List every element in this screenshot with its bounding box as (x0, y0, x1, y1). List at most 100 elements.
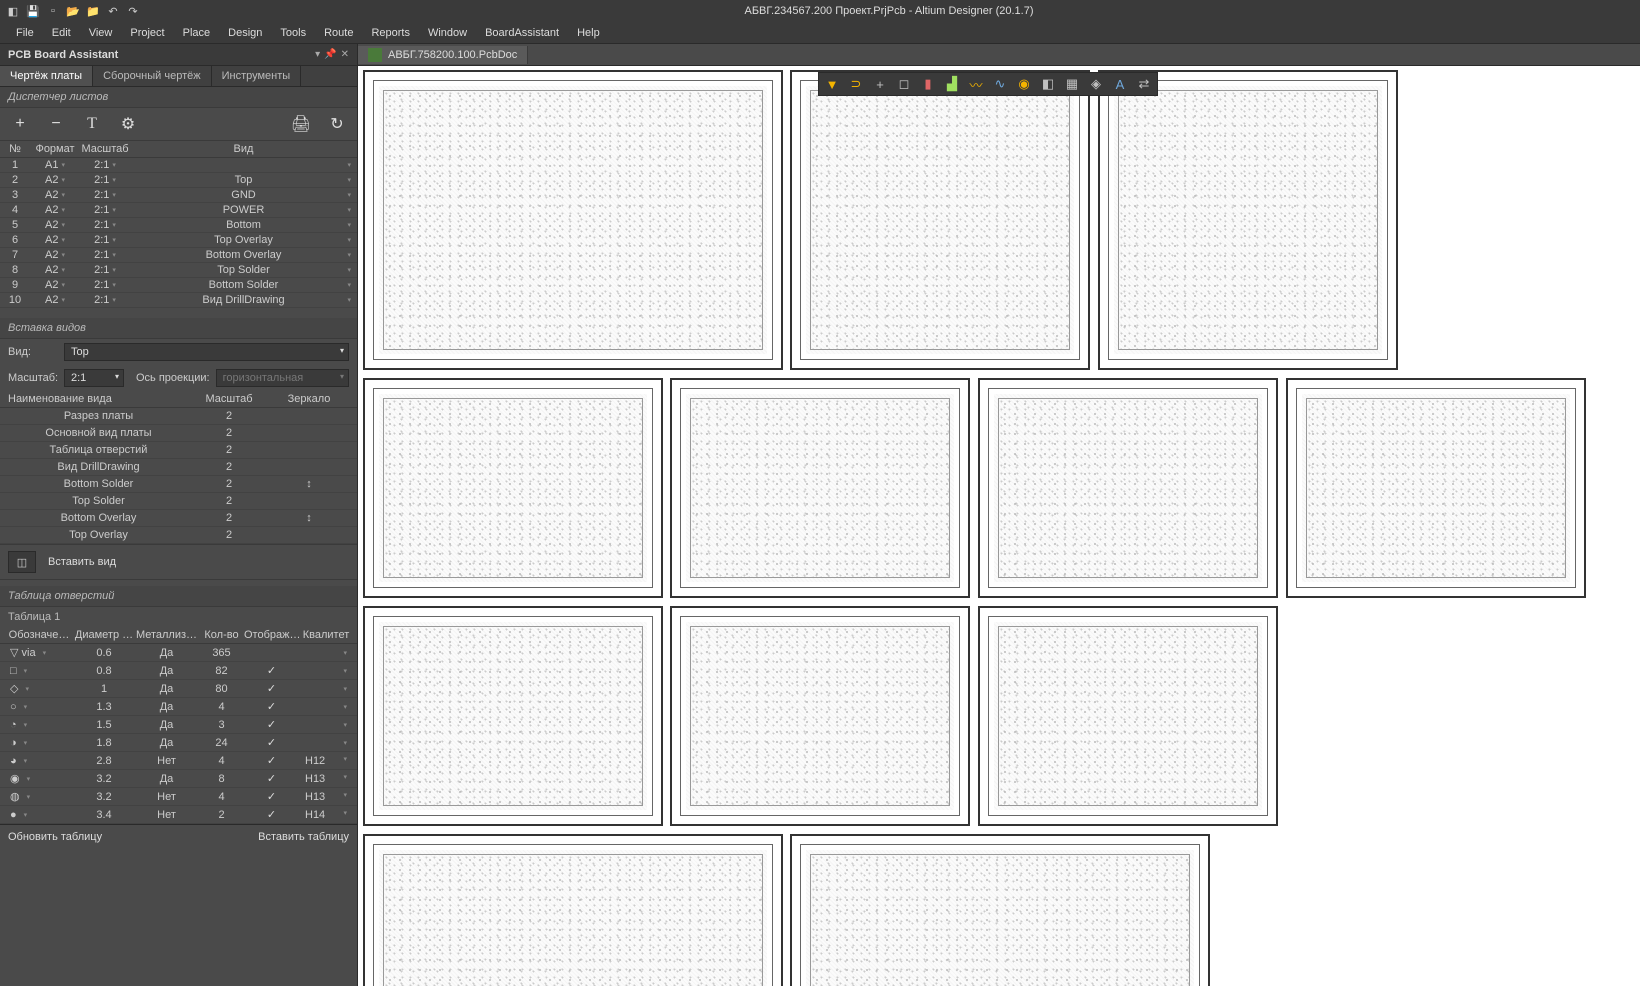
hole-disp[interactable]: ✓ (244, 664, 299, 677)
insert-view-button[interactable]: Вставить вид (48, 556, 116, 568)
cell-format-dropdown[interactable]: A1▾ (30, 159, 80, 171)
sheet-row[interactable]: 6A2▾2:1▾Top Overlay▾ (0, 233, 357, 248)
menu-place[interactable]: Place (175, 25, 219, 41)
drawing-sheet-thumb[interactable] (363, 834, 783, 986)
polyline-icon[interactable]: 〰 (967, 75, 985, 93)
cell-format-dropdown[interactable]: A2▾ (30, 189, 80, 201)
plus-icon[interactable]: + (8, 112, 32, 136)
insert-view-icon[interactable]: ◫ (8, 551, 36, 573)
panel-close-icon[interactable]: ✕ (341, 49, 349, 60)
sheet-row[interactable]: 3A2▾2:1▾GND▾ (0, 188, 357, 203)
checkpoint-icon[interactable]: ◉ (1015, 75, 1033, 93)
sheet-row[interactable]: 9A2▾2:1▾Bottom Solder▾ (0, 278, 357, 293)
view-row[interactable]: Разрез платы2 (0, 408, 357, 425)
view-row[interactable]: Основной вид платы2 (0, 425, 357, 442)
callout-icon[interactable]: ◈ (1087, 75, 1105, 93)
cell-view-dropdown[interactable]: POWER▾ (130, 204, 357, 216)
menu-view[interactable]: View (81, 25, 121, 41)
hole-qual-dropdown[interactable]: ▾ (299, 649, 353, 657)
chart-icon[interactable]: ▮ (919, 75, 937, 93)
hole-qual-dropdown[interactable]: H12▾ (299, 755, 353, 767)
hole-row[interactable]: ◕▾2.8Нет4✓H12▾ (0, 752, 357, 770)
new-icon[interactable]: ▫ (44, 2, 62, 20)
cell-scale-dropdown[interactable]: 2:1▾ (80, 279, 130, 291)
text-A-icon[interactable]: A (1111, 75, 1129, 93)
redo-icon[interactable]: ↷ (124, 2, 142, 20)
drawing-sheet-thumb[interactable] (363, 70, 783, 370)
hole-symbol[interactable]: ◕▾ (4, 755, 74, 767)
hole-symbol[interactable]: ○▾ (4, 701, 74, 713)
hole-qual-dropdown[interactable]: ▾ (299, 685, 353, 693)
cell-format-dropdown[interactable]: A2▾ (30, 294, 80, 306)
hole-qual-dropdown[interactable]: ▾ (299, 667, 353, 675)
cell-view-dropdown[interactable]: Bottom▾ (130, 219, 357, 231)
cell-view-dropdown[interactable]: GND▾ (130, 189, 357, 201)
menu-project[interactable]: Project (122, 25, 172, 41)
cell-view-dropdown[interactable]: Top Overlay▾ (130, 234, 357, 246)
scale-dropdown[interactable]: 2:1 (64, 369, 124, 387)
drawing-sheet-thumb[interactable] (363, 378, 663, 598)
minus-icon[interactable]: − (44, 112, 68, 136)
cell-format-dropdown[interactable]: A2▾ (30, 264, 80, 276)
hole-qual-dropdown[interactable]: ▾ (299, 721, 353, 729)
proj-dropdown[interactable]: горизонтальная (216, 369, 349, 387)
hole-qual-dropdown[interactable]: H13▾ (299, 773, 353, 785)
document-tab[interactable]: АВБГ.758200.100.PcbDoc (358, 46, 528, 64)
menu-route[interactable]: Route (316, 25, 361, 41)
panel-tab-2[interactable]: Инструменты (212, 66, 302, 86)
menu-tools[interactable]: Tools (272, 25, 314, 41)
cell-view-dropdown[interactable]: Bottom Overlay▾ (130, 249, 357, 261)
sheet-row[interactable]: 8A2▾2:1▾Top Solder▾ (0, 263, 357, 278)
cell-scale-dropdown[interactable]: 2:1▾ (80, 159, 130, 171)
cell-scale-dropdown[interactable]: 2:1▾ (80, 204, 130, 216)
refresh-icon[interactable]: ↻ (325, 112, 349, 136)
arrows-icon[interactable]: ⇄ (1135, 75, 1153, 93)
menu-window[interactable]: Window (420, 25, 475, 41)
cell-scale-dropdown[interactable]: 2:1▾ (80, 264, 130, 276)
view-row[interactable]: Top Solder2 (0, 493, 357, 510)
cell-view-dropdown[interactable]: Вид DrillDrawing▾ (130, 294, 357, 306)
cell-scale-dropdown[interactable]: 2:1▾ (80, 174, 130, 186)
drawing-sheet-thumb[interactable] (670, 606, 970, 826)
menu-help[interactable]: Help (569, 25, 608, 41)
panel-pin-icon[interactable]: 📌 (324, 49, 336, 60)
hole-symbol[interactable]: ◇▾ (4, 682, 74, 695)
drawing-sheet-thumb[interactable] (790, 70, 1090, 370)
hole-row[interactable]: ◍▾3.2Нет4✓H13▾ (0, 788, 357, 806)
drawing-sheet-thumb[interactable] (978, 378, 1278, 598)
menu-file[interactable]: File (8, 25, 42, 41)
hole-disp[interactable]: ✓ (244, 700, 299, 713)
cell-scale-dropdown[interactable]: 2:1▾ (80, 189, 130, 201)
hole-disp[interactable]: ✓ (244, 808, 299, 821)
hole-row[interactable]: ◑▾1.8Да24✓▾ (0, 734, 357, 752)
undo-icon[interactable]: ↶ (104, 2, 122, 20)
cell-format-dropdown[interactable]: A2▾ (30, 234, 80, 246)
text-T-icon[interactable]: T (80, 112, 104, 136)
hole-symbol[interactable]: ●▾ (4, 809, 74, 821)
view-row[interactable]: Таблица отверстий2 (0, 442, 357, 459)
sheet-row[interactable]: 7A2▾2:1▾Bottom Overlay▾ (0, 248, 357, 263)
hole-symbol[interactable]: □▾ (4, 665, 74, 677)
hole-symbol[interactable]: ◉▾ (4, 772, 74, 785)
stairs-icon[interactable]: ▟ (943, 75, 961, 93)
cell-scale-dropdown[interactable]: 2:1▾ (80, 249, 130, 261)
menu-edit[interactable]: Edit (44, 25, 79, 41)
hole-qual-dropdown[interactable]: ▾ (299, 703, 353, 711)
view-row[interactable]: Вид DrillDrawing2 (0, 459, 357, 476)
drawing-sheet-thumb[interactable] (670, 378, 970, 598)
cell-view-dropdown[interactable]: Bottom Solder▾ (130, 279, 357, 291)
filter-icon[interactable]: ▼ (823, 75, 841, 93)
sheet-row[interactable]: 4A2▾2:1▾POWER▾ (0, 203, 357, 218)
rect-select-icon[interactable]: ◻ (895, 75, 913, 93)
hole-disp[interactable]: ✓ (244, 736, 299, 749)
update-table-button[interactable]: Обновить таблицу (8, 831, 102, 843)
save-icon[interactable]: 💾 (24, 2, 42, 20)
sheet-row[interactable]: 2A2▾2:1▾Top▾ (0, 173, 357, 188)
folder-icon[interactable]: 📁 (84, 2, 102, 20)
hole-disp[interactable]: ✓ (244, 754, 299, 767)
drawings-canvas[interactable]: ▼⊃+◻▮▟〰∿◉◧▦◈A⇄ (358, 66, 1640, 986)
hole-row[interactable]: ◇▾1Да80✓▾ (0, 680, 357, 698)
cell-format-dropdown[interactable]: A2▾ (30, 204, 80, 216)
hole-qual-dropdown[interactable]: H14▾ (299, 809, 353, 821)
menu-design[interactable]: Design (220, 25, 270, 41)
